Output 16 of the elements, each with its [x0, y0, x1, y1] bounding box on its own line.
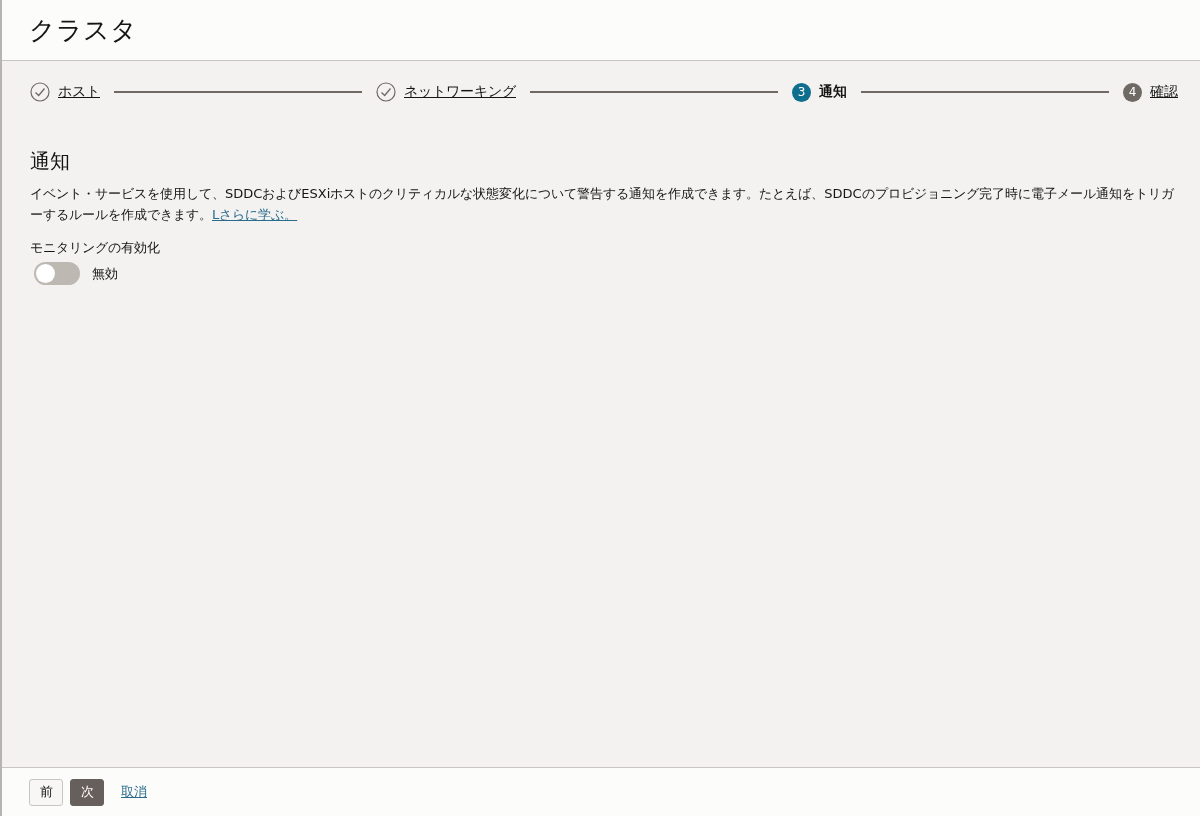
toggle-state-text: 無効 — [92, 264, 118, 283]
next-button[interactable]: 次 — [70, 778, 104, 806]
step-link[interactable]: 通知 — [819, 83, 847, 101]
step-number: 4 — [1123, 82, 1142, 102]
learn-more-link[interactable]: Lさらに学ぶ。 — [212, 207, 298, 222]
step-number: 3 — [792, 82, 811, 102]
back-button[interactable]: 前 — [29, 778, 63, 806]
step-link[interactable]: 確認 — [1150, 83, 1178, 101]
section-heading: 通知 — [30, 148, 71, 175]
cancel-link[interactable]: 取消 — [121, 783, 147, 801]
step-link[interactable]: ホスト — [58, 83, 100, 101]
step-link[interactable]: ネットワーキング — [404, 83, 516, 101]
toggle-label: モニタリングの有効化 — [30, 239, 161, 257]
page-title: クラスタ — [29, 13, 137, 47]
section-description: イベント・サービスを使用して、SDDCおよびESXiホストのクリティカルな状態変化について警告する通知を作成できます。たとえば、SDDCのプロビジョニング完了時に電子メール通知をトリガーするルールを作成できます。Lさらに学ぶ。 — [30, 185, 1175, 224]
monitoring-toggle[interactable] — [34, 262, 80, 285]
